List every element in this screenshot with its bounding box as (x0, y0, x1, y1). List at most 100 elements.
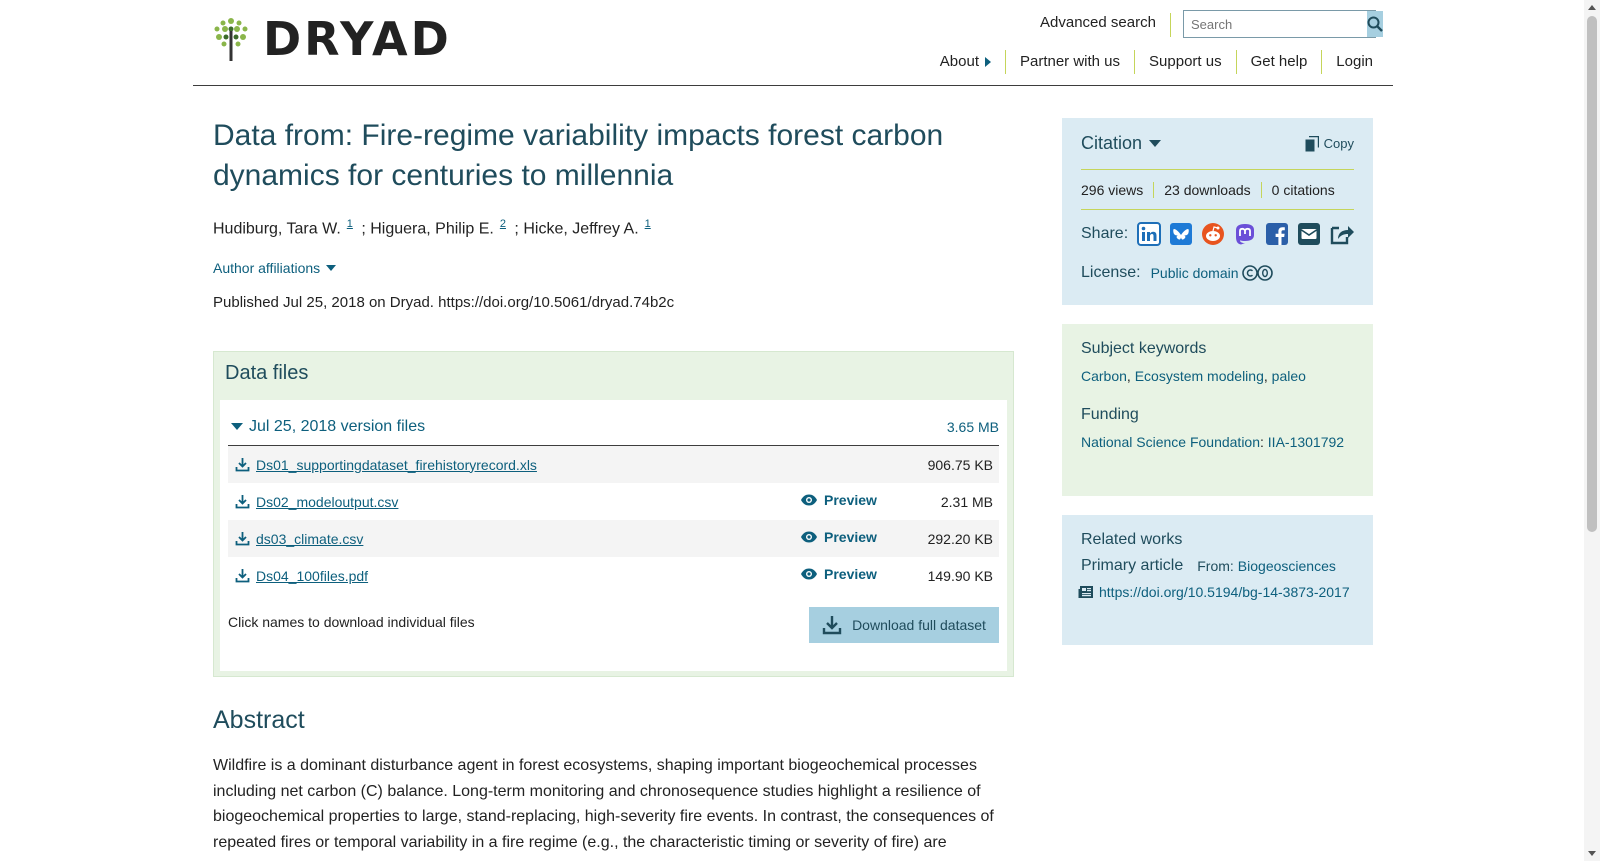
eye-icon (801, 531, 817, 543)
preview-label: Preview (824, 529, 877, 545)
page-scrollbar[interactable] (1584, 0, 1600, 861)
license-link[interactable]: Public domain (1151, 265, 1239, 281)
file-download-link[interactable]: Ds01_supportingdataset_firehistoryrecord… (235, 457, 537, 473)
nav-login[interactable]: Login (1321, 50, 1373, 74)
author-separator: ; (356, 220, 366, 238)
caret-down-icon (1149, 140, 1162, 147)
related-works-heading: Related works (1081, 531, 1183, 548)
file-row: Ds02_modeloutput.csv Preview 2.31 MB (228, 483, 999, 520)
author-name[interactable]: Hicke, Jeffrey A. (523, 220, 638, 237)
nav-about[interactable]: About (926, 50, 1005, 74)
file-download-link[interactable]: ds03_climate.csv (235, 531, 363, 547)
download-full-dataset-button[interactable]: Download full dataset (809, 607, 999, 643)
citation-toggle[interactable]: Citation (1081, 133, 1162, 154)
preview-button[interactable]: Preview (800, 492, 877, 508)
email-icon[interactable] (1297, 222, 1321, 246)
keyword-link[interactable]: Carbon (1081, 368, 1127, 384)
data-files-heading: Data files (225, 362, 309, 384)
affiliation-ref[interactable]: 2 (500, 218, 506, 230)
nav-about-label: About (939, 53, 979, 70)
keywords-panel: Subject keywords Carbon, Ecosystem model… (1062, 324, 1373, 496)
scroll-up-icon[interactable] (1588, 5, 1596, 10)
file-name: ds03_climate.csv (256, 530, 364, 547)
caret-right-icon (984, 57, 991, 67)
data-files-list: Jul 25, 2018 version files 3.65 MB Ds01_… (220, 400, 1007, 671)
file-size: 2.31 MB (940, 493, 993, 510)
share-icon[interactable] (1329, 222, 1355, 246)
citation-label: Citation (1081, 133, 1143, 153)
mastodon-icon[interactable] (1233, 222, 1257, 246)
scroll-down-icon[interactable] (1588, 851, 1596, 856)
file-row: Ds04_100files.pdf Preview 149.90 KB (228, 557, 999, 594)
award-link[interactable]: IIA-1301792 (1268, 434, 1344, 450)
preview-label: Preview (824, 492, 877, 508)
version-label: Jul 25, 2018 version files (249, 417, 426, 435)
download-icon (235, 458, 250, 472)
download-icon (822, 616, 842, 635)
journal-link[interactable]: Biogeosciences (1238, 558, 1336, 574)
related-works-panel: Related works Primary article From: Biog… (1062, 515, 1373, 645)
search-button[interactable] (1367, 11, 1383, 37)
download-icon (235, 495, 250, 509)
share-row: Share: (1081, 210, 1355, 258)
download-note: Click names to download individual files (228, 614, 475, 630)
eye-icon (801, 568, 817, 580)
preview-button[interactable]: Preview (800, 529, 877, 545)
citations-count: 0 citations (1260, 181, 1345, 198)
from-label: From: (1197, 558, 1234, 574)
scrollbar-thumb[interactable] (1587, 16, 1597, 532)
primary-article-label: Primary article (1081, 557, 1184, 574)
version-size: 3.65 MB (946, 418, 999, 435)
citation-panel: Citation Copy 296 views 23 downloads 0 c… (1062, 118, 1373, 305)
nav-partner[interactable]: Partner with us (1004, 50, 1134, 74)
author-affiliations-toggle[interactable]: Author affiliations (213, 260, 1013, 276)
preview-label: Preview (824, 566, 877, 582)
related-doi-link[interactable]: https://doi.org/10.5194/bg-14-3873-2017 (1099, 581, 1354, 603)
author-separator: ; (509, 220, 519, 238)
file-row: ds03_climate.csv Preview 292.20 KB (228, 520, 999, 557)
preview-button[interactable]: Preview (800, 566, 877, 582)
author-affiliations-label: Author affiliations (213, 260, 321, 277)
search-box (1183, 10, 1383, 38)
nav-support[interactable]: Support us (1134, 50, 1236, 74)
article-icon (1078, 586, 1093, 598)
author-name[interactable]: Higuera, Philip E. (370, 220, 494, 237)
file-size: 149.90 KB (927, 567, 993, 584)
file-size: 906.75 KB (927, 456, 993, 473)
search-input[interactable] (1184, 11, 1367, 37)
file-download-link[interactable]: Ds04_100files.pdf (235, 568, 368, 584)
main-content: Data from: Fire-regime variability impac… (213, 116, 1013, 311)
nav-help[interactable]: Get help (1235, 50, 1322, 74)
file-download-link[interactable]: Ds02_modeloutput.csv (235, 494, 398, 510)
author-name[interactable]: Hudiburg, Tara W. (213, 220, 341, 237)
caret-down-icon (231, 423, 243, 430)
eye-icon (801, 494, 817, 506)
keyword-link[interactable]: paleo (1272, 368, 1306, 384)
author-list: Hudiburg, Tara W. 1 ; Higuera, Philip E. 2… (213, 218, 1013, 238)
abstract-heading: Abstract (213, 706, 305, 734)
funder-link[interactable]: National Science Foundation (1081, 434, 1260, 450)
subject-keywords-heading: Subject keywords (1081, 340, 1207, 357)
related-doi-row: https://doi.org/10.5194/bg-14-3873-2017 (1078, 581, 1354, 603)
facebook-icon[interactable] (1265, 222, 1289, 246)
views-count: 296 views (1081, 181, 1144, 198)
downloads-count: 23 downloads (1153, 181, 1260, 198)
file-size: 292.20 KB (927, 530, 993, 547)
copy-label: Copy (1323, 136, 1354, 151)
advanced-search-link[interactable]: Advanced search (1040, 13, 1171, 37)
linkedin-icon[interactable] (1137, 222, 1162, 246)
copy-citation-button[interactable]: Copy (1305, 135, 1354, 152)
metrics: 296 views 23 downloads 0 citations (1081, 170, 1354, 210)
affiliation-ref[interactable]: 1 (347, 218, 353, 230)
reddit-icon[interactable] (1201, 222, 1225, 246)
license-row: License: Public domain (1081, 258, 1354, 288)
version-toggle[interactable]: Jul 25, 2018 version files 3.65 MB (228, 408, 999, 446)
file-name: Ds01_supportingdataset_firehistoryrecord… (256, 456, 537, 473)
keyword-link[interactable]: Ecosystem modeling (1135, 368, 1264, 384)
dataset-title: Data from: Fire-regime variability impac… (213, 119, 944, 192)
affiliation-ref[interactable]: 1 (645, 218, 651, 230)
abstract-text: Wildfire is a dominant disturbance agent… (213, 757, 994, 851)
site-header: DRYAD Advanced search About Partner with… (193, 0, 1393, 86)
download-full-label: Download full dataset (852, 617, 986, 633)
bluesky-icon[interactable] (1169, 222, 1193, 246)
